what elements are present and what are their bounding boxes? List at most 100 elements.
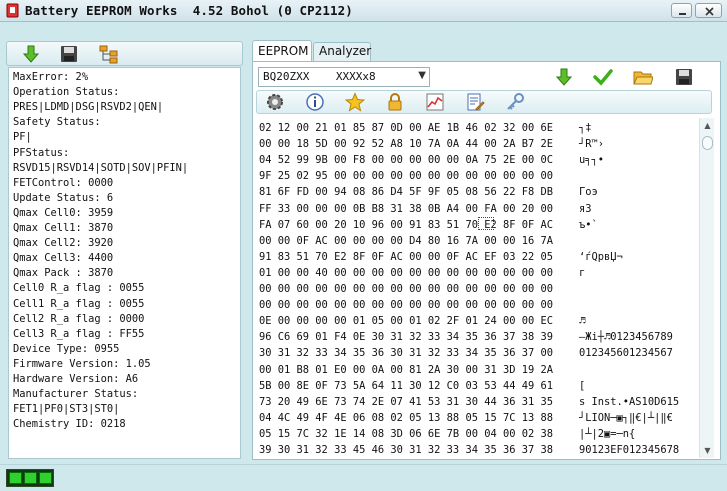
info-line: PRES|LDMD|DSG|RSVD2|QEN| <box>13 101 164 114</box>
download-arrow-icon[interactable] <box>21 44 41 64</box>
window-title: Battery EEPROM Works 4.52 Bohol (0 CP211… <box>25 3 353 18</box>
info-line: Cell0 R_a flag : 0055 <box>13 282 145 295</box>
hex-row-bytes[interactable]: 81 6F FD 00 94 08 86 D4 5F 9F 05 08 56 2… <box>259 185 553 199</box>
hex-row-ascii[interactable]: ┘LION─▣┐‖€|┴|‖€ <box>579 411 673 425</box>
lock-icon[interactable] <box>385 92 405 112</box>
hex-row-ascii[interactable]: u╕┐• <box>579 153 604 167</box>
info-icon[interactable] <box>305 92 325 112</box>
info-line: Qmax Cell3: 4400 <box>13 252 114 265</box>
hex-row-bytes[interactable]: 9F 25 02 95 00 00 00 00 00 00 00 00 00 0… <box>259 169 553 183</box>
battery-info-panel: MaxError: 2% Operation Status: PRES|LDMD|D… <box>8 67 241 459</box>
tree-structure-icon[interactable] <box>99 44 119 64</box>
hex-row-bytes[interactable]: FA 07 60 00 20 10 96 00 91 83 51 70 E2 8… <box>259 218 553 232</box>
hex-row-ascii[interactable]: 90123EF012345678 <box>579 443 679 457</box>
hex-row-bytes[interactable]: 00 00 00 00 00 00 00 00 00 00 00 00 00 0… <box>259 298 553 312</box>
info-line: Chemistry ID: 0218 <box>13 418 126 431</box>
hex-row-bytes[interactable]: 96 C6 69 01 F4 0E 30 31 32 33 34 35 36 3… <box>259 330 553 344</box>
hex-row-ascii[interactable]: я3 <box>579 202 592 216</box>
status-led <box>9 472 22 484</box>
tab-eeprom[interactable]: EEPROM <box>252 40 312 62</box>
hex-row-ascii[interactable]: 012345601234567 <box>579 346 673 360</box>
status-bar <box>0 464 727 491</box>
info-line: FET1|PF0|ST3|ST0| <box>13 403 120 416</box>
info-line: Update Status: 6 <box>13 191 114 204</box>
info-line: PF| <box>13 131 32 144</box>
info-line: Qmax Cell1: 3870 <box>13 222 114 234</box>
hex-row-bytes[interactable]: 01 00 00 40 00 00 00 00 00 00 00 00 00 0… <box>259 266 553 280</box>
hex-row-bytes[interactable]: 39 30 31 32 33 45 46 30 31 32 33 34 35 3… <box>259 443 553 457</box>
chevron-down-icon: ▼ <box>418 70 426 81</box>
info-line: Qmax Cell0: 3959 <box>13 206 114 219</box>
hex-row-ascii[interactable]: ┘R™› <box>579 137 604 151</box>
hex-row-ascii[interactable]: ┐‡ <box>579 121 592 135</box>
info-line: MaxError: 2% <box>13 71 89 83</box>
star-icon[interactable] <box>345 92 365 112</box>
info-line: Firmware Version: 1.05 <box>13 357 151 370</box>
info-line: Safety Status: <box>13 116 101 129</box>
hex-row-bytes[interactable]: FF 33 00 00 00 0B B8 31 38 0B A4 00 FA 0… <box>259 202 553 216</box>
hex-row-ascii[interactable]: ‘ѓQpвЏ¬ <box>579 250 623 264</box>
hex-row-bytes[interactable]: 91 83 51 70 E2 8F 0F AC 00 00 0F AC EF 0… <box>259 250 553 264</box>
info-line: Qmax Pack : 3870 <box>13 267 114 280</box>
info-line: Hardware Version: A6 <box>13 373 139 385</box>
hex-row-ascii[interactable]: Гoэ <box>579 185 598 199</box>
title-bar: Battery EEPROM Works 4.52 Bohol (0 CP211… <box>0 0 727 22</box>
hex-row-bytes[interactable]: 04 4C 49 4F 4E 06 08 02 05 13 88 05 15 7… <box>259 411 553 425</box>
info-line: Cell1 R_a flag : 0055 <box>13 297 145 310</box>
info-line: Qmax Cell2: 3920 <box>13 237 114 250</box>
scroll-up-icon[interactable]: ▲ <box>701 119 714 132</box>
hex-row-bytes[interactable]: 0E 00 00 00 00 01 05 00 01 02 2F 01 24 0… <box>259 314 553 328</box>
info-line: Manufacturer Status: <box>13 388 139 401</box>
minimize-button[interactable] <box>671 3 692 18</box>
gear-icon[interactable] <box>265 92 285 112</box>
hex-row-bytes[interactable]: 00 00 0F AC 00 00 00 00 D4 80 16 7A 00 0… <box>259 234 553 248</box>
hex-row-bytes[interactable]: 00 00 18 5D 00 92 52 A8 10 7A 0A 44 00 2… <box>259 137 553 151</box>
hex-row-bytes[interactable]: 02 12 00 21 01 85 87 0D 00 AE 1B 46 02 3… <box>259 121 553 135</box>
info-line: PFStatus: <box>13 146 70 159</box>
info-line: RSVD15|RSVD14|SOTD|SOV|PFIN| <box>13 161 189 174</box>
info-line: Cell2 R_a flag : 0000 <box>13 312 145 325</box>
hex-row-bytes[interactable]: 05 15 7C 32 1E 14 08 3D 06 6E 7B 00 04 0… <box>259 427 553 441</box>
eeprom-actions-toolbar <box>432 65 712 89</box>
hex-dump-view[interactable]: 02 12 00 21 01 85 87 0D 00 AE 1B 46 02 3… <box>256 118 699 458</box>
save-disk-icon[interactable] <box>59 44 79 64</box>
hex-row-bytes[interactable]: 73 20 49 6E 73 74 2E 07 41 53 31 30 44 3… <box>259 395 553 409</box>
scroll-down-icon[interactable]: ▼ <box>701 444 714 457</box>
key-icon[interactable] <box>505 92 525 112</box>
info-line: Device Type: 0955 <box>13 342 120 355</box>
hex-row-bytes[interactable]: 00 00 00 00 00 00 00 00 00 00 00 00 00 0… <box>259 282 553 296</box>
hex-row-bytes[interactable]: 00 01 B8 01 E0 00 0A 00 81 2A 30 00 31 3… <box>259 363 553 377</box>
hex-row-bytes[interactable]: 30 31 32 33 34 35 36 30 31 32 33 34 35 3… <box>259 346 553 360</box>
check-icon[interactable] <box>593 67 613 87</box>
info-line: FETControl: 0000 <box>13 176 114 189</box>
chip-type-select[interactable]: BQ20ZXX XXXXx8 ▼ <box>258 67 430 87</box>
tools-toolbar <box>256 90 712 114</box>
chart-icon[interactable] <box>425 92 445 112</box>
hex-row-ascii[interactable]: |┴|2▣=─n{ <box>579 427 635 441</box>
download-arrow-icon[interactable] <box>554 67 574 87</box>
hex-row-bytes[interactable]: 04 52 99 9B 00 F8 00 00 00 00 00 0A 75 2… <box>259 153 553 167</box>
hex-row-ascii[interactable]: ♬ <box>579 314 585 328</box>
info-line: Cell3 R_a flag : FF55 <box>13 327 145 340</box>
hex-row-ascii[interactable]: –Жi┼♬0123456789 <box>579 330 673 344</box>
app-battery-icon <box>5 3 20 18</box>
hex-row-ascii[interactable]: г <box>579 266 585 280</box>
edit-document-icon[interactable] <box>465 92 485 112</box>
tab-analyzer[interactable]: Analyzer <box>313 42 371 61</box>
hex-row-ascii[interactable]: ъ•` <box>579 218 598 232</box>
chip-type-value: BQ20ZXX XXXXx8 <box>263 70 376 83</box>
hex-row-ascii[interactable]: s Inst.•AS10D615 <box>579 395 679 409</box>
hex-row-ascii[interactable]: [ <box>579 379 585 393</box>
scroll-thumb[interactable] <box>702 136 713 150</box>
status-led <box>24 472 37 484</box>
hex-cursor <box>478 217 494 230</box>
info-line: Operation Status: <box>13 86 120 99</box>
save-disk-icon[interactable] <box>674 67 694 87</box>
left-toolbar <box>6 41 243 66</box>
hex-row-bytes[interactable]: 5B 00 8E 0F 73 5A 64 11 30 12 C0 03 53 4… <box>259 379 553 393</box>
hex-scrollbar[interactable]: ▲ ▼ <box>699 118 714 458</box>
status-led <box>39 472 52 484</box>
open-folder-icon[interactable] <box>633 67 653 87</box>
connection-indicator <box>6 469 54 487</box>
close-button[interactable] <box>695 3 722 18</box>
